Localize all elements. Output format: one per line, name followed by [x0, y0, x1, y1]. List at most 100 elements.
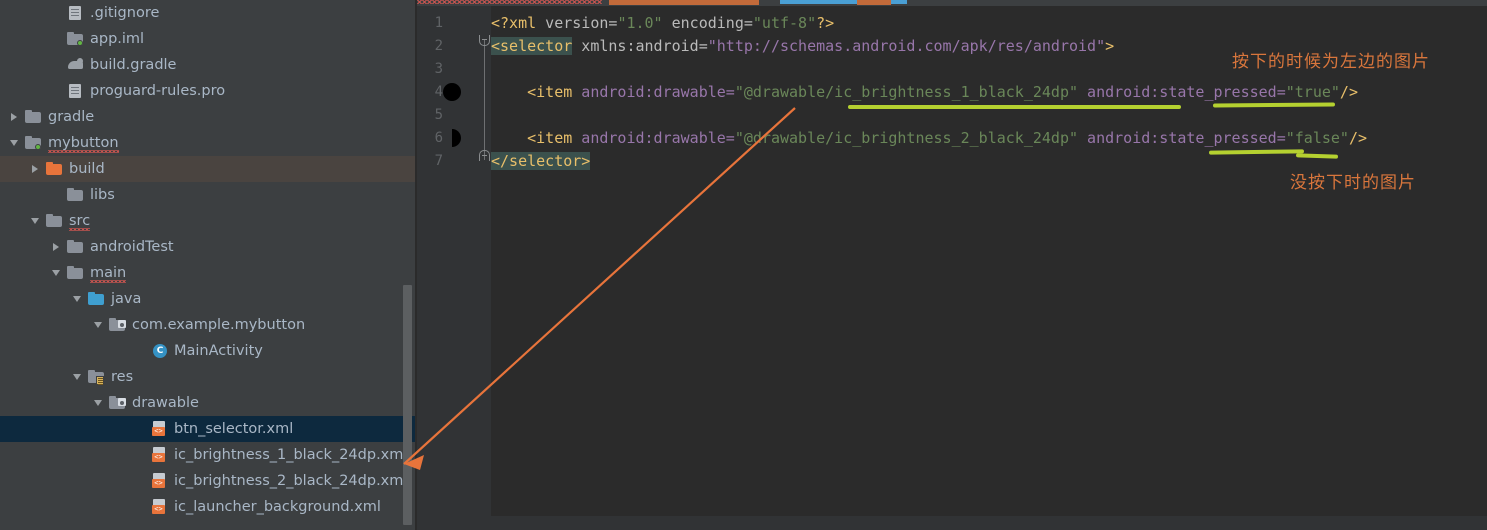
tree-twisty-down-icon[interactable]	[71, 292, 85, 306]
code-token: xmlns:android=	[572, 37, 708, 55]
folder-package-icon	[109, 395, 126, 411]
tree-twisty-down-icon[interactable]	[71, 370, 85, 384]
xml-file-icon	[151, 447, 168, 463]
fold-region-line	[484, 40, 485, 160]
folder-icon	[67, 187, 84, 203]
xml-file-icon	[151, 473, 168, 489]
project-tree-scrollbar[interactable]	[403, 285, 412, 525]
tab-chip-left[interactable]	[609, 0, 759, 5]
code-line-6: <item android:drawable="@drawable/ic_bri…	[491, 127, 1367, 150]
tree-row[interactable]: build.gradle	[0, 52, 415, 78]
code-token: <selector	[491, 37, 573, 55]
tree-item-label: drawable	[132, 395, 199, 411]
brightness-half-circle-icon[interactable]	[443, 129, 461, 147]
fold-open-icon[interactable]	[479, 35, 490, 46]
tree-item-label: .gitignore	[90, 5, 160, 21]
editor-gutter[interactable]: 1 2 3 4 5 6 7	[417, 6, 479, 530]
code-content[interactable]: <?xml version="1.0" encoding="utf-8"?> <…	[491, 6, 1487, 530]
tree-row[interactable]: java	[0, 286, 415, 312]
tree-item-label: main	[90, 265, 127, 283]
xml-file-icon	[151, 421, 168, 437]
tree-row[interactable]: res	[0, 364, 415, 390]
tree-row[interactable]: ic_brightness_2_black_24dp.xml	[0, 468, 415, 494]
line-number: 1	[434, 15, 443, 31]
tree-twisty-right-icon[interactable]	[8, 110, 22, 124]
tree-row[interactable]: com.example.mybutton	[0, 312, 415, 338]
code-token: android:state_pressed=	[1078, 83, 1286, 101]
resource-badge-icon	[118, 320, 126, 328]
folder-res-icon	[88, 369, 105, 385]
java-class-icon	[151, 343, 168, 359]
tree-row[interactable]: btn_selector.xml	[0, 416, 415, 442]
tree-row[interactable]: build	[0, 156, 415, 182]
code-token: <?xml	[491, 14, 537, 32]
tree-row[interactable]: MainActivity	[0, 338, 415, 364]
code-token: "http://schemas.android.com/apk/res/andr…	[707, 37, 1106, 55]
ide-window: .gitignore app.iml build.gradle proguard-ru…	[0, 0, 1487, 530]
annotation-pressed-image: 按下的时候为左边的图片	[1232, 52, 1430, 72]
code-token: android:drawable=	[572, 83, 735, 101]
tree-item-label: libs	[90, 187, 115, 203]
project-tree-panel[interactable]: .gitignore app.iml build.gradle proguard-ru…	[0, 0, 415, 530]
tree-item-label: MainActivity	[174, 343, 263, 359]
fold-close-icon[interactable]	[479, 150, 490, 161]
module-badge-icon	[77, 40, 83, 46]
tree-item-label: ic_launcher_background.xml	[174, 499, 381, 515]
tree-row[interactable]: app.iml	[0, 26, 415, 52]
tree-row[interactable]: .gitignore	[0, 0, 415, 26]
tree-item-label: mybutton	[48, 135, 119, 153]
gradle-icon	[67, 57, 84, 73]
brightness-full-circle-icon[interactable]	[443, 83, 461, 101]
tree-row[interactable]: ic_brightness_1_black_24dp.xml	[0, 442, 415, 468]
code-token: version=	[536, 14, 618, 32]
marker-underline-state-false-b	[1295, 153, 1339, 159]
tree-twisty-down-icon[interactable]	[92, 396, 106, 410]
code-token: android:state_pressed=	[1078, 129, 1286, 147]
xml-file-icon	[151, 499, 168, 515]
tree-twisty-down-icon[interactable]	[8, 136, 22, 150]
project-tree-list[interactable]: .gitignore app.iml build.gradle proguard-ru…	[0, 0, 415, 520]
tree-item-label: build	[69, 161, 105, 177]
folder-icon	[25, 109, 42, 125]
tree-row[interactable]: ic_launcher_background.xml	[0, 494, 415, 520]
tree-twisty-down-icon[interactable]	[50, 266, 64, 280]
code-token: >	[1105, 37, 1115, 55]
folder-module-icon	[67, 31, 84, 47]
tree-row[interactable]: androidTest	[0, 234, 415, 260]
folder-orange-icon	[46, 161, 63, 177]
tree-twisty-right-icon[interactable]	[50, 240, 64, 254]
tree-item-label: com.example.mybutton	[132, 317, 306, 333]
tree-item-label: proguard-rules.pro	[90, 83, 226, 99]
tree-twisty-down-icon[interactable]	[92, 318, 106, 332]
tree-row[interactable]: gradle	[0, 104, 415, 130]
tree-row[interactable]: proguard-rules.pro	[0, 78, 415, 104]
tree-item-label: java	[111, 291, 142, 307]
code-token: "@drawable/ic_brightness_1_black_24dp"	[734, 83, 1079, 101]
code-folding-rail[interactable]	[479, 6, 491, 530]
tree-row[interactable]: drawable	[0, 390, 415, 416]
line-number: 5	[434, 107, 443, 123]
tree-row[interactable]: libs	[0, 182, 415, 208]
tree-twisty-right-icon[interactable]	[29, 162, 43, 176]
tree-row[interactable]: mybutton	[0, 130, 415, 156]
code-editor[interactable]: 1 2 3 4 5 6 7 <?xml version="1.0" encoding="ut…	[417, 0, 1487, 530]
tab-chip-right[interactable]	[857, 0, 891, 5]
tree-item-label: src	[69, 213, 91, 231]
tree-row[interactable]: main	[0, 260, 415, 286]
tree-item-label: btn_selector.xml	[174, 421, 294, 437]
tree-item-label: res	[111, 369, 134, 385]
annotation-unpressed-image: 没按下时的图片	[1290, 173, 1416, 193]
folder-blue-icon	[88, 291, 105, 307]
tree-twisty-down-icon[interactable]	[29, 214, 43, 228]
tree-row[interactable]: src	[0, 208, 415, 234]
marker-underline-state-false-a	[1208, 149, 1305, 155]
line-number: 7	[434, 153, 443, 169]
